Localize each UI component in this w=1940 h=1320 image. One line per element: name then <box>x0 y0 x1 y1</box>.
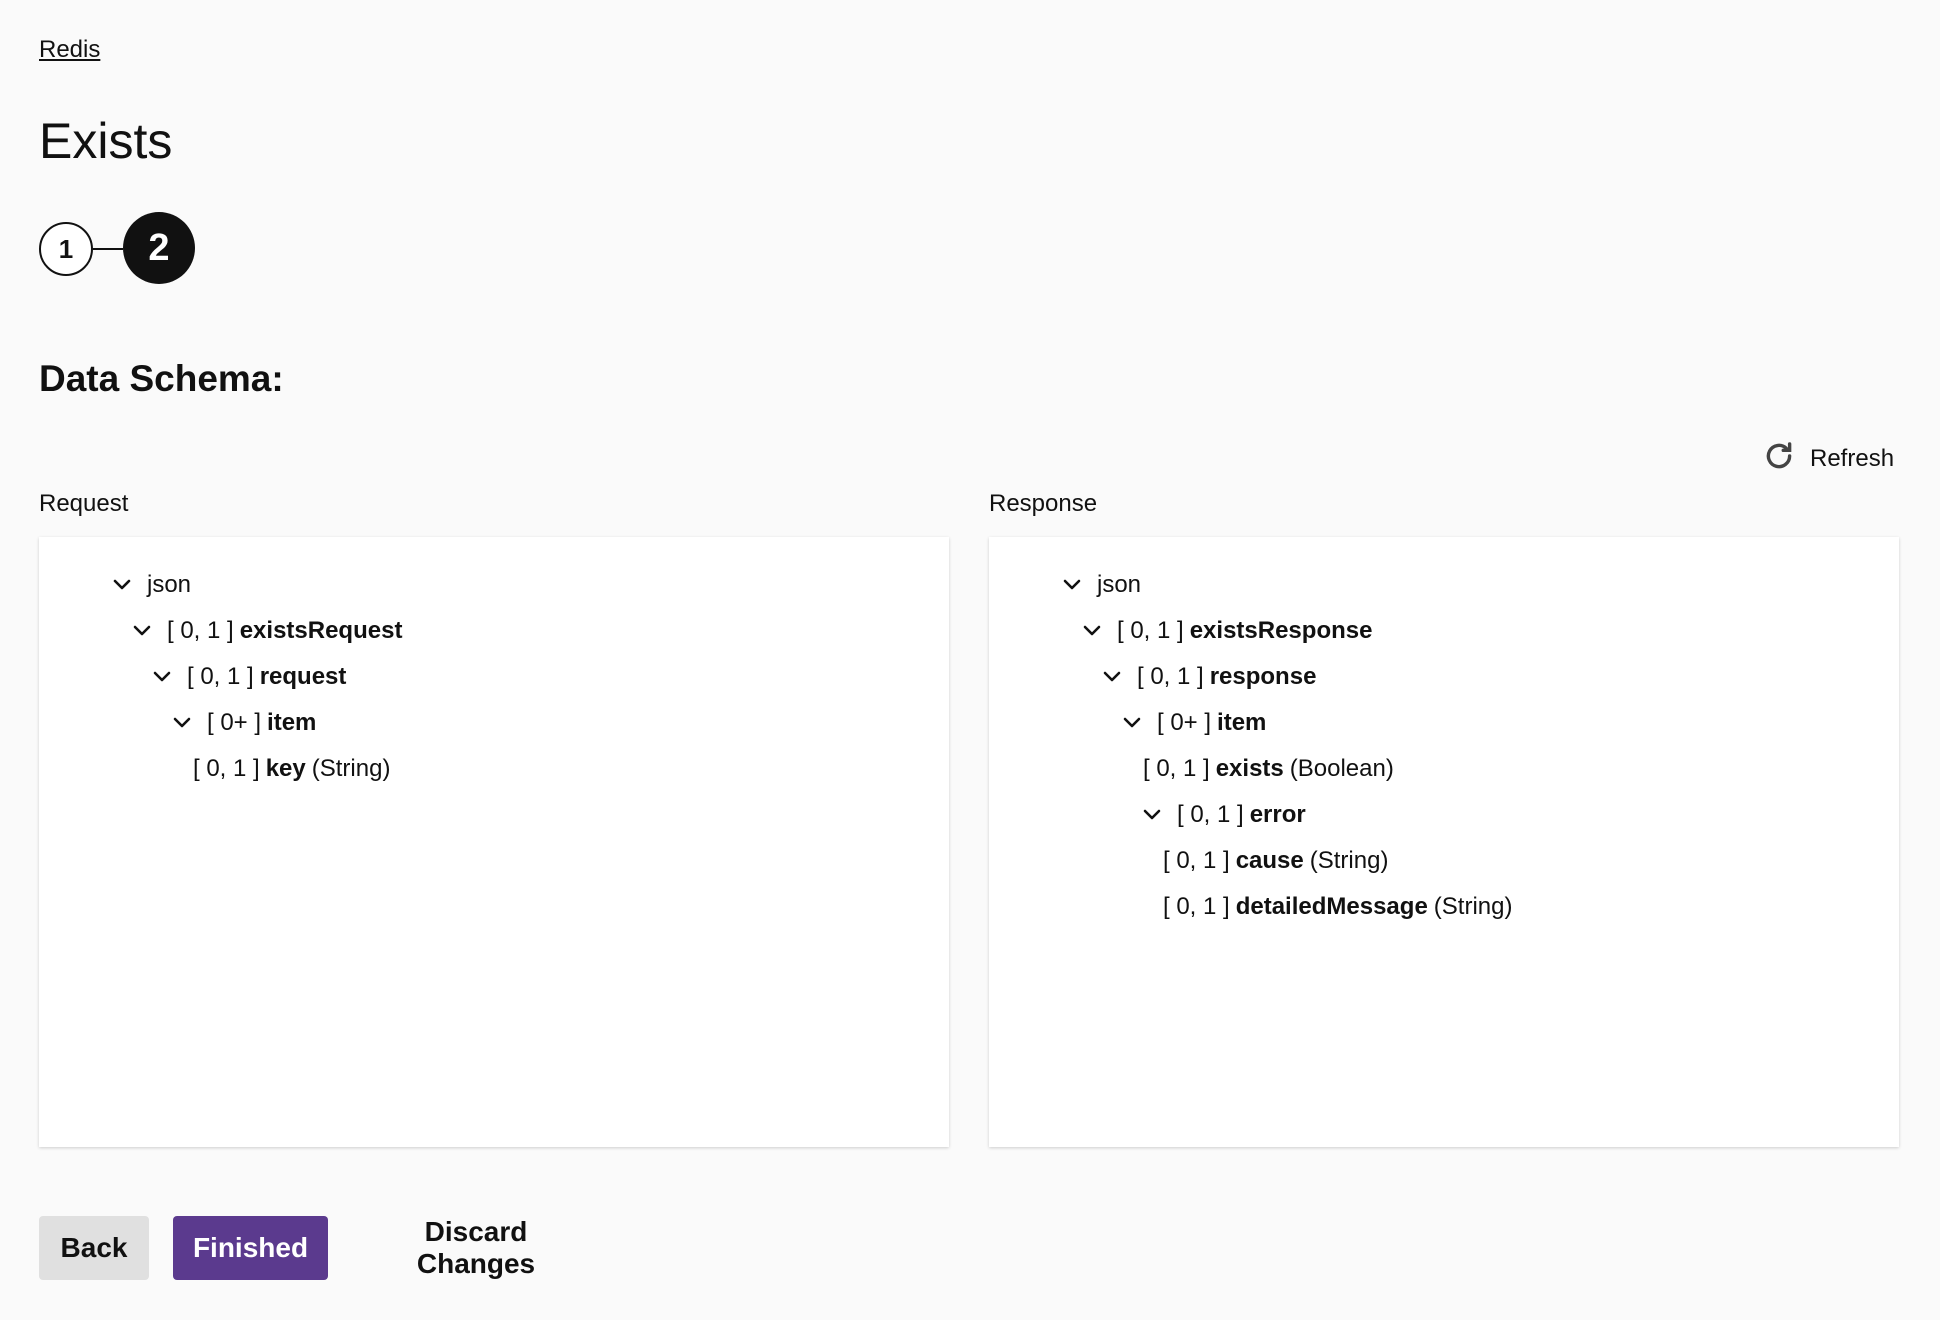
node-type: (String) <box>1433 893 1513 920</box>
page-title: Exists <box>39 113 173 169</box>
response-schema-panel: json[ 0, 1 ] existsResponse[ 0, 1 ] respon… <box>989 537 1899 1147</box>
node-name: json <box>147 571 192 598</box>
request-label: Request <box>39 490 129 517</box>
section-title: Data Schema: <box>39 358 284 399</box>
node-name: cause <box>1235 847 1304 874</box>
chevron-down-icon[interactable] <box>1121 712 1143 734</box>
cardinality: [ 0, 1 ] <box>193 755 260 782</box>
tree-row-item[interactable]: [ 0+ ] item <box>171 703 322 743</box>
finished-button[interactable]: Finished <box>173 1216 328 1280</box>
node-name: exists <box>1215 755 1284 782</box>
refresh-label: Refresh <box>1810 445 1895 472</box>
chevron-down-icon[interactable] <box>171 712 193 734</box>
node-name: detailedMessage <box>1235 893 1428 920</box>
node-type: (Boolean) <box>1289 755 1394 782</box>
node-type: (String) <box>311 755 391 782</box>
step-1[interactable]: 1 <box>39 222 93 276</box>
tree-row-item[interactable]: [ 0+ ] item <box>1121 703 1272 743</box>
tree-row-json[interactable]: json <box>1061 565 1141 605</box>
cardinality: [ 0, 1 ] <box>1163 893 1230 920</box>
tree-row-request[interactable]: [ 0, 1 ] request <box>151 657 352 697</box>
node-name: json <box>1097 571 1142 598</box>
refresh-icon <box>1762 439 1796 480</box>
tree-row-existsResponse[interactable]: [ 0, 1 ] existsResponse <box>1081 611 1378 651</box>
chevron-down-icon[interactable] <box>1101 666 1123 688</box>
node-name: response <box>1209 663 1317 690</box>
breadcrumb-redis[interactable]: Redis <box>39 36 100 64</box>
cardinality: [ 0+ ] <box>207 709 262 736</box>
cardinality: [ 0, 1 ] <box>1143 755 1210 782</box>
tree-row-json[interactable]: json <box>111 565 191 605</box>
tree-row-key: [ 0, 1 ] key (String) <box>193 749 390 789</box>
node-type: (String) <box>1309 847 1389 874</box>
cardinality: [ 0, 1 ] <box>187 663 254 690</box>
node-name: error <box>1249 801 1306 828</box>
step-2: 2 <box>123 212 195 284</box>
node-name: key <box>265 755 306 782</box>
chevron-down-icon[interactable] <box>111 574 133 596</box>
response-label: Response <box>989 490 1098 517</box>
request-schema-panel: json[ 0, 1 ] existsRequest[ 0, 1 ] request… <box>39 537 949 1147</box>
chevron-down-icon[interactable] <box>1141 804 1163 826</box>
node-name: item <box>1217 709 1267 736</box>
node-name: existsResponse <box>1189 617 1373 644</box>
cardinality: [ 0, 1 ] <box>1117 617 1184 644</box>
chevron-down-icon[interactable] <box>151 666 173 688</box>
cardinality: [ 0, 1 ] <box>1177 801 1244 828</box>
cardinality: [ 0, 1 ] <box>1163 847 1230 874</box>
stepper: 1 2 <box>39 212 199 286</box>
tree-row-exists: [ 0, 1 ] exists (Boolean) <box>1143 749 1394 789</box>
node-name: item <box>267 709 317 736</box>
tree-row-response[interactable]: [ 0, 1 ] response <box>1101 657 1322 697</box>
step-connector <box>93 248 123 250</box>
chevron-down-icon[interactable] <box>1081 620 1103 642</box>
node-name: request <box>259 663 347 690</box>
node-name: existsRequest <box>239 617 403 644</box>
chevron-down-icon[interactable] <box>1061 574 1083 596</box>
discard-changes-button[interactable]: Discard Changes <box>356 1216 596 1280</box>
tree-row-existsRequest[interactable]: [ 0, 1 ] existsRequest <box>131 611 408 651</box>
cardinality: [ 0, 1 ] <box>1137 663 1204 690</box>
tree-row-cause: [ 0, 1 ] cause (String) <box>1163 841 1388 881</box>
chevron-down-icon[interactable] <box>131 620 153 642</box>
tree-row-detailedMessage: [ 0, 1 ] detailedMessage (String) <box>1163 887 1512 927</box>
cardinality: [ 0+ ] <box>1157 709 1212 736</box>
cardinality: [ 0, 1 ] <box>167 617 234 644</box>
tree-row-error[interactable]: [ 0, 1 ] error <box>1141 795 1312 835</box>
back-button[interactable]: Back <box>39 1216 149 1280</box>
refresh-button[interactable]: Refresh <box>1762 438 1902 480</box>
